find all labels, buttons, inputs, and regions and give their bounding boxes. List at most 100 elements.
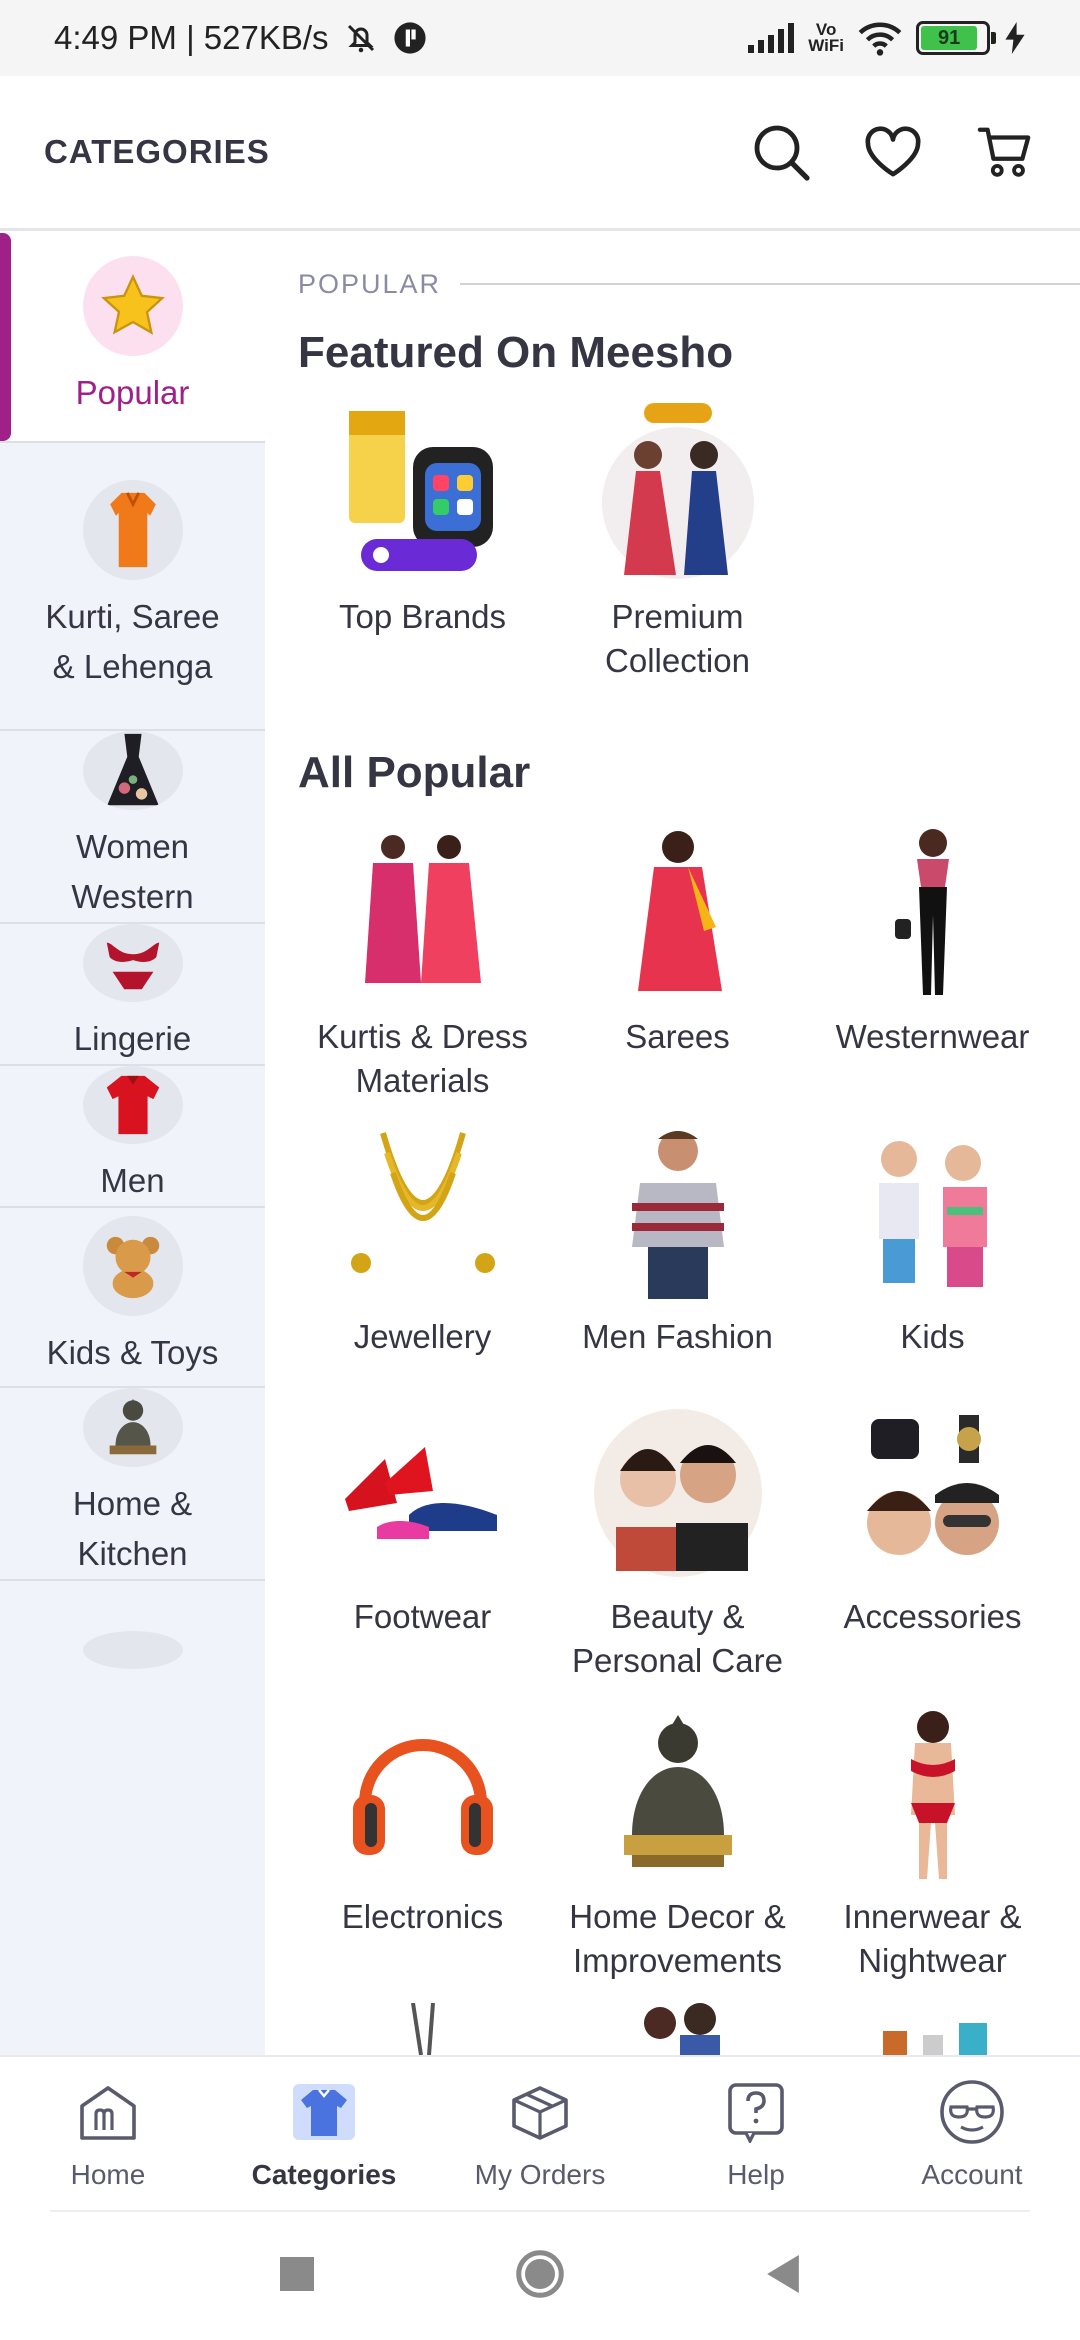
dress-icon xyxy=(82,731,183,810)
beauty-image xyxy=(588,1403,768,1583)
sidebar-item-lingerie[interactable]: Lingerie xyxy=(0,924,265,1066)
innerwear-image xyxy=(843,1703,1023,1883)
section-header: POPULAR xyxy=(298,269,442,299)
sidebar-item-kids-toys[interactable]: Kids & Toys xyxy=(0,1208,265,1388)
nav-label: Home xyxy=(70,2158,146,2190)
wishlist-button[interactable] xyxy=(862,121,924,183)
wifi-icon xyxy=(858,22,902,56)
tile-label: Jewellery xyxy=(353,1318,492,1355)
men-fashion-image xyxy=(588,1123,768,1303)
tile-westernwear[interactable]: Westernwear xyxy=(805,823,1060,1059)
status-right: Vo WiFi 91 xyxy=(748,20,1026,56)
featured-tile-premium-collection[interactable]: Premium Collection xyxy=(550,403,805,683)
tile-footwear[interactable]: Footwear xyxy=(295,1403,550,1639)
all-popular-title: All Popular xyxy=(298,748,531,797)
partial-image xyxy=(333,2003,513,2055)
category-sidebar: Popular Kurti, Saree & Lehenga Women Wes… xyxy=(0,233,265,2055)
tile-label: Kurtis & Dress Materials xyxy=(317,1018,528,1099)
sidebar-item-partial[interactable] xyxy=(0,1581,265,1681)
tile-home-decor-improvements[interactable]: Home Decor & Improvements xyxy=(550,1703,805,1983)
bottom-nav: Home Categories My Orders Help Account xyxy=(0,2055,1080,2210)
accessories-image xyxy=(843,1403,1023,1583)
sidebar-item-men[interactable]: Men xyxy=(0,1066,265,1208)
recents-button[interactable] xyxy=(280,2256,315,2296)
category-icon xyxy=(82,1631,183,1669)
orders-box-icon xyxy=(505,2077,575,2147)
tile-label: Westernwear xyxy=(835,1018,1030,1055)
sidebar-item-women-western[interactable]: Women Western xyxy=(0,731,265,924)
category-content: POPULAR Featured On Meesho Top Brands Pr… xyxy=(265,233,1080,2055)
sarees-image xyxy=(588,823,768,1003)
tile-accessories[interactable]: Accessories xyxy=(805,1403,1060,1639)
account-icon xyxy=(937,2077,1007,2147)
tile-beauty-personal-care[interactable]: Beauty & Personal Care xyxy=(550,1403,805,1683)
tile-label: Accessories xyxy=(843,1598,1022,1635)
tile-electronics[interactable]: Electronics xyxy=(295,1703,550,1939)
partial-image xyxy=(588,2003,768,2055)
app-header: CATEGORIES xyxy=(0,76,1080,231)
tile-label: Footwear xyxy=(353,1598,492,1635)
teddy-icon xyxy=(82,1216,183,1316)
sidebar-item-popular[interactable]: Popular xyxy=(0,233,265,443)
header-actions xyxy=(750,121,1036,183)
kurti-icon xyxy=(82,480,183,580)
tile-sarees[interactable]: Sarees xyxy=(550,823,805,1059)
sidebar-item-label: Kids & Toys xyxy=(46,1334,219,1371)
home-decor-image xyxy=(588,1703,768,1883)
section-divider xyxy=(460,283,1080,285)
cart-button[interactable] xyxy=(974,121,1036,183)
tile-kurtis-dress-materials[interactable]: Kurtis & Dress Materials xyxy=(295,823,550,1103)
shirt-icon xyxy=(82,1066,183,1144)
star-icon xyxy=(82,256,183,356)
tile-innerwear-nightwear[interactable]: Innerwear & Nightwear xyxy=(805,1703,1060,1983)
home-system-button[interactable] xyxy=(515,2249,565,2304)
tile-label: Kids xyxy=(900,1318,965,1355)
tile-label: Electronics xyxy=(341,1898,504,1935)
sidebar-item-home-kitchen[interactable]: Home & Kitchen xyxy=(0,1388,265,1581)
active-indicator xyxy=(0,233,11,441)
tile-label: Sarees xyxy=(625,1018,730,1055)
nav-categories[interactable]: Categories xyxy=(216,2057,432,2210)
sidebar-item-label: Popular xyxy=(75,374,190,411)
help-icon xyxy=(721,2077,791,2147)
nav-my-orders[interactable]: My Orders xyxy=(432,2057,648,2210)
page-title: CATEGORIES xyxy=(44,133,270,170)
search-icon xyxy=(754,125,810,181)
bell-muted-icon xyxy=(347,24,374,53)
featured-title: Featured On Meesho xyxy=(298,328,734,377)
tile-partial-2[interactable] xyxy=(550,2003,805,2055)
tile-jewellery[interactable]: Jewellery xyxy=(295,1123,550,1359)
sidebar-item-label: Kurti, Saree & Lehenga xyxy=(45,598,220,685)
premium-collection-image xyxy=(588,403,768,583)
nav-account[interactable]: Account xyxy=(864,2057,1080,2210)
sidebar-item-label: Lingerie xyxy=(73,1020,192,1057)
featured-tile-top-brands[interactable]: Top Brands xyxy=(295,403,550,639)
cart-icon xyxy=(977,127,1031,177)
square-icon xyxy=(280,2256,315,2291)
back-button[interactable] xyxy=(766,2254,800,2298)
tile-label: Innerwear & Nightwear xyxy=(843,1898,1022,1979)
kids-image xyxy=(843,1123,1023,1303)
charging-icon xyxy=(1005,22,1025,54)
status-bar: 4:49 PM | 527KB/s Vo WiFi 91 xyxy=(0,0,1080,76)
battery-level: 91 xyxy=(921,26,978,50)
tile-label: Men Fashion xyxy=(582,1318,773,1355)
tile-partial-3[interactable] xyxy=(805,2003,1060,2055)
tile-kids[interactable]: Kids xyxy=(805,1123,1060,1359)
partial-image xyxy=(843,2003,1023,2055)
nav-home[interactable]: Home xyxy=(0,2057,216,2210)
tile-men-fashion[interactable]: Men Fashion xyxy=(550,1123,805,1359)
sidebar-item-label: Home & Kitchen xyxy=(72,1485,193,1572)
search-button[interactable] xyxy=(750,121,812,183)
battery-icon: 91 xyxy=(916,21,996,55)
nav-label: My Orders xyxy=(474,2158,606,2190)
footwear-image xyxy=(333,1403,513,1583)
sidebar-item-kurti-saree-lehenga[interactable]: Kurti, Saree & Lehenga xyxy=(0,443,265,731)
tile-label: Premium Collection xyxy=(605,598,750,679)
nav-help[interactable]: Help xyxy=(648,2057,864,2210)
tile-partial-1[interactable] xyxy=(295,2003,550,2055)
jewellery-image xyxy=(333,1123,513,1303)
nav-label: Help xyxy=(727,2158,785,2190)
buddha-icon xyxy=(82,1388,183,1467)
vpn-icon xyxy=(393,22,426,54)
